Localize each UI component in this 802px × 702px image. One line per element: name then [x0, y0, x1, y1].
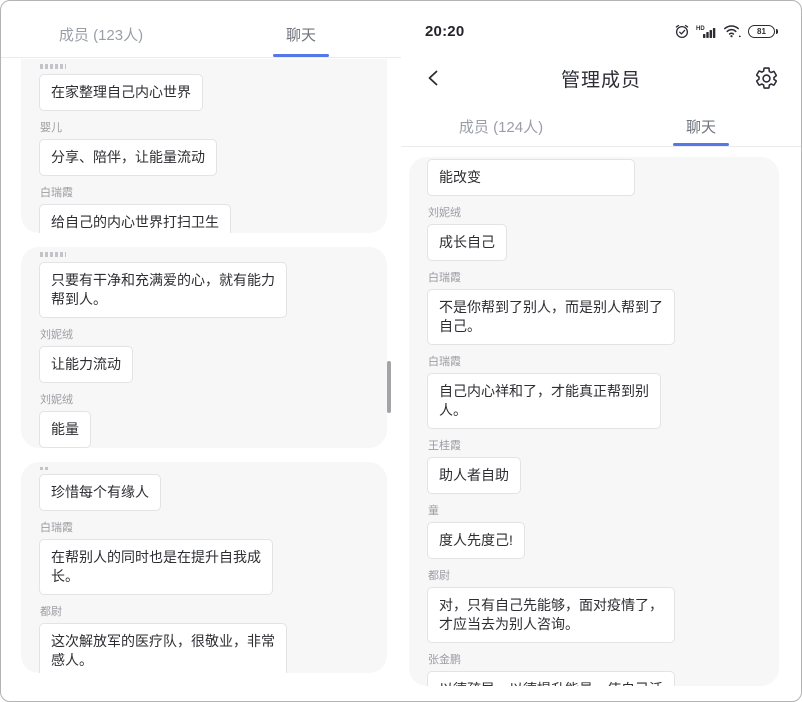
chat-message: 刘妮绒成长自己 [427, 204, 765, 261]
message-bubble[interactable]: 给自己的内心世界打扫卫生 [39, 204, 231, 233]
sender-name: 童 [428, 502, 765, 518]
right-screenshot-panel: 20:20 HD [401, 1, 801, 701]
tab-chat-right[interactable]: 聊天 [601, 107, 801, 146]
sender-name-clipped [40, 467, 48, 470]
sender-name: 王桂霞 [428, 437, 765, 453]
tab-members-left[interactable]: 成员 (123人) [1, 11, 201, 57]
status-icons: HD 81 [674, 23, 775, 39]
nav-bar: 管理成员 [401, 55, 801, 101]
chat-list-right[interactable]: 能改变刘妮绒成长自己白瑞霞不是你帮到了别人，而是别人帮到了 自己。白瑞霞自己内心… [401, 157, 801, 686]
left-screenshot-panel: 成员 (123人) 聊天 在家整理自己内心世界婴儿分享、陪伴，让能量流动白瑞霞给… [1, 1, 401, 701]
sender-name: 都尉 [428, 567, 765, 583]
svg-text:HD: HD [696, 26, 705, 32]
message-bubble[interactable]: 在帮别人的同时也是在提升自我成 长。 [39, 539, 273, 595]
alarm-clock-icon [674, 23, 690, 39]
chat-message: 在家整理自己内心世界 [39, 64, 373, 111]
sender-name-clipped [40, 252, 66, 257]
message-bubble[interactable]: 能量 [39, 411, 91, 448]
chat-message: 婴儿分享、陪伴，让能量流动 [39, 119, 373, 176]
back-button[interactable] [423, 67, 465, 89]
sender-name: 都尉 [40, 603, 373, 619]
chat-message: 能改变 [427, 159, 765, 196]
chat-message: 白瑞霞给自己的内心世界打扫卫生 [39, 184, 373, 233]
sender-name: 婴儿 [40, 119, 373, 135]
sender-name: 白瑞霞 [428, 269, 765, 285]
screenshot-frame: 成员 (123人) 聊天 在家整理自己内心世界婴儿分享、陪伴，让能量流动白瑞霞给… [0, 0, 802, 702]
tab-bar-left: 成员 (123人) 聊天 [1, 11, 401, 58]
tab-chat-left[interactable]: 聊天 [201, 11, 401, 57]
clock-time: 20:20 [425, 23, 464, 40]
sender-name: 刘妮绒 [40, 326, 373, 342]
page-title: 管理成员 [465, 65, 737, 92]
sender-name: 刘妮绒 [428, 204, 765, 220]
chat-message: 白瑞霞自己内心祥和了，才能真正帮到别 人。 [427, 353, 765, 429]
chat-message: 都尉对，只有自己先能够，面对疫情了， 才应当去为别人咨询。 [427, 567, 765, 643]
scrollbar-thumb[interactable] [387, 361, 391, 413]
message-bubble[interactable]: 让能力流动 [39, 346, 133, 383]
signal-hd-icon: HD [696, 24, 717, 39]
tab-members-right[interactable]: 成员 (124人) [401, 107, 601, 146]
message-bubble[interactable]: 助人者自助 [427, 457, 521, 494]
settings-gear-button[interactable] [737, 66, 779, 91]
sender-name-clipped [40, 64, 66, 69]
message-bubble[interactable]: 度人先度己! [427, 522, 525, 559]
chat-card: 珍惜每个有缘人白瑞霞在帮别人的同时也是在提升自我成 长。都尉这次解放军的医疗队，… [21, 462, 387, 673]
chat-card: 能改变刘妮绒成长自己白瑞霞不是你帮到了别人，而是别人帮到了 自己。白瑞霞自己内心… [409, 157, 779, 686]
message-bubble[interactable]: 只要有干净和充满爱的心，就有能力 帮到人。 [39, 262, 287, 318]
message-bubble[interactable]: 这次解放军的医疗队，很敬业，非常 感人。 [39, 623, 287, 673]
chat-list-left[interactable]: 在家整理自己内心世界婴儿分享、陪伴，让能量流动白瑞霞给自己的内心世界打扫卫生 只… [1, 59, 401, 673]
message-bubble[interactable]: 对，只有自己先能够，面对疫情了， 才应当去为别人咨询。 [427, 587, 675, 643]
sender-name: 白瑞霞 [428, 353, 765, 369]
chat-message: 刘妮绒让能力流动 [39, 326, 373, 383]
message-bubble[interactable]: 以德疏导，以德提升能量。使自己活 [427, 671, 675, 686]
status-bar: 20:20 HD [401, 1, 801, 41]
message-bubble[interactable]: 在家整理自己内心世界 [39, 74, 203, 111]
sender-name: 刘妮绒 [40, 391, 373, 407]
chat-card: 在家整理自己内心世界婴儿分享、陪伴，让能量流动白瑞霞给自己的内心世界打扫卫生 [21, 59, 387, 233]
tab-bar-right: 成员 (124人) 聊天 [401, 107, 801, 147]
chat-message: 白瑞霞不是你帮到了别人，而是别人帮到了 自己。 [427, 269, 765, 345]
battery-icon: 81 [748, 25, 775, 38]
sender-name: 白瑞霞 [40, 184, 373, 200]
message-bubble[interactable]: 能改变 [427, 159, 635, 196]
chat-message: 王桂霞助人者自助 [427, 437, 765, 494]
chat-message: 珍惜每个有缘人 [39, 467, 373, 511]
chat-card: 只要有干净和充满爱的心，就有能力 帮到人。刘妮绒让能力流动刘妮绒能量 [21, 247, 387, 448]
message-bubble[interactable]: 不是你帮到了别人，而是别人帮到了 自己。 [427, 289, 675, 345]
chat-message: 刘妮绒能量 [39, 391, 373, 448]
wifi-icon [723, 24, 742, 38]
chat-message: 童度人先度己! [427, 502, 765, 559]
chat-message: 都尉这次解放军的医疗队，很敬业，非常 感人。 [39, 603, 373, 673]
chat-message: 只要有干净和充满爱的心，就有能力 帮到人。 [39, 252, 373, 318]
message-bubble[interactable]: 自己内心祥和了，才能真正帮到别 人。 [427, 373, 661, 429]
sender-name: 张金鹏 [428, 651, 765, 667]
message-bubble[interactable]: 分享、陪伴，让能量流动 [39, 139, 217, 176]
chat-message: 白瑞霞在帮别人的同时也是在提升自我成 长。 [39, 519, 373, 595]
message-bubble[interactable]: 珍惜每个有缘人 [39, 474, 161, 511]
sender-name: 白瑞霞 [40, 519, 373, 535]
message-bubble[interactable]: 成长自己 [427, 224, 507, 261]
chat-message: 张金鹏以德疏导，以德提升能量。使自己活 [427, 651, 765, 686]
